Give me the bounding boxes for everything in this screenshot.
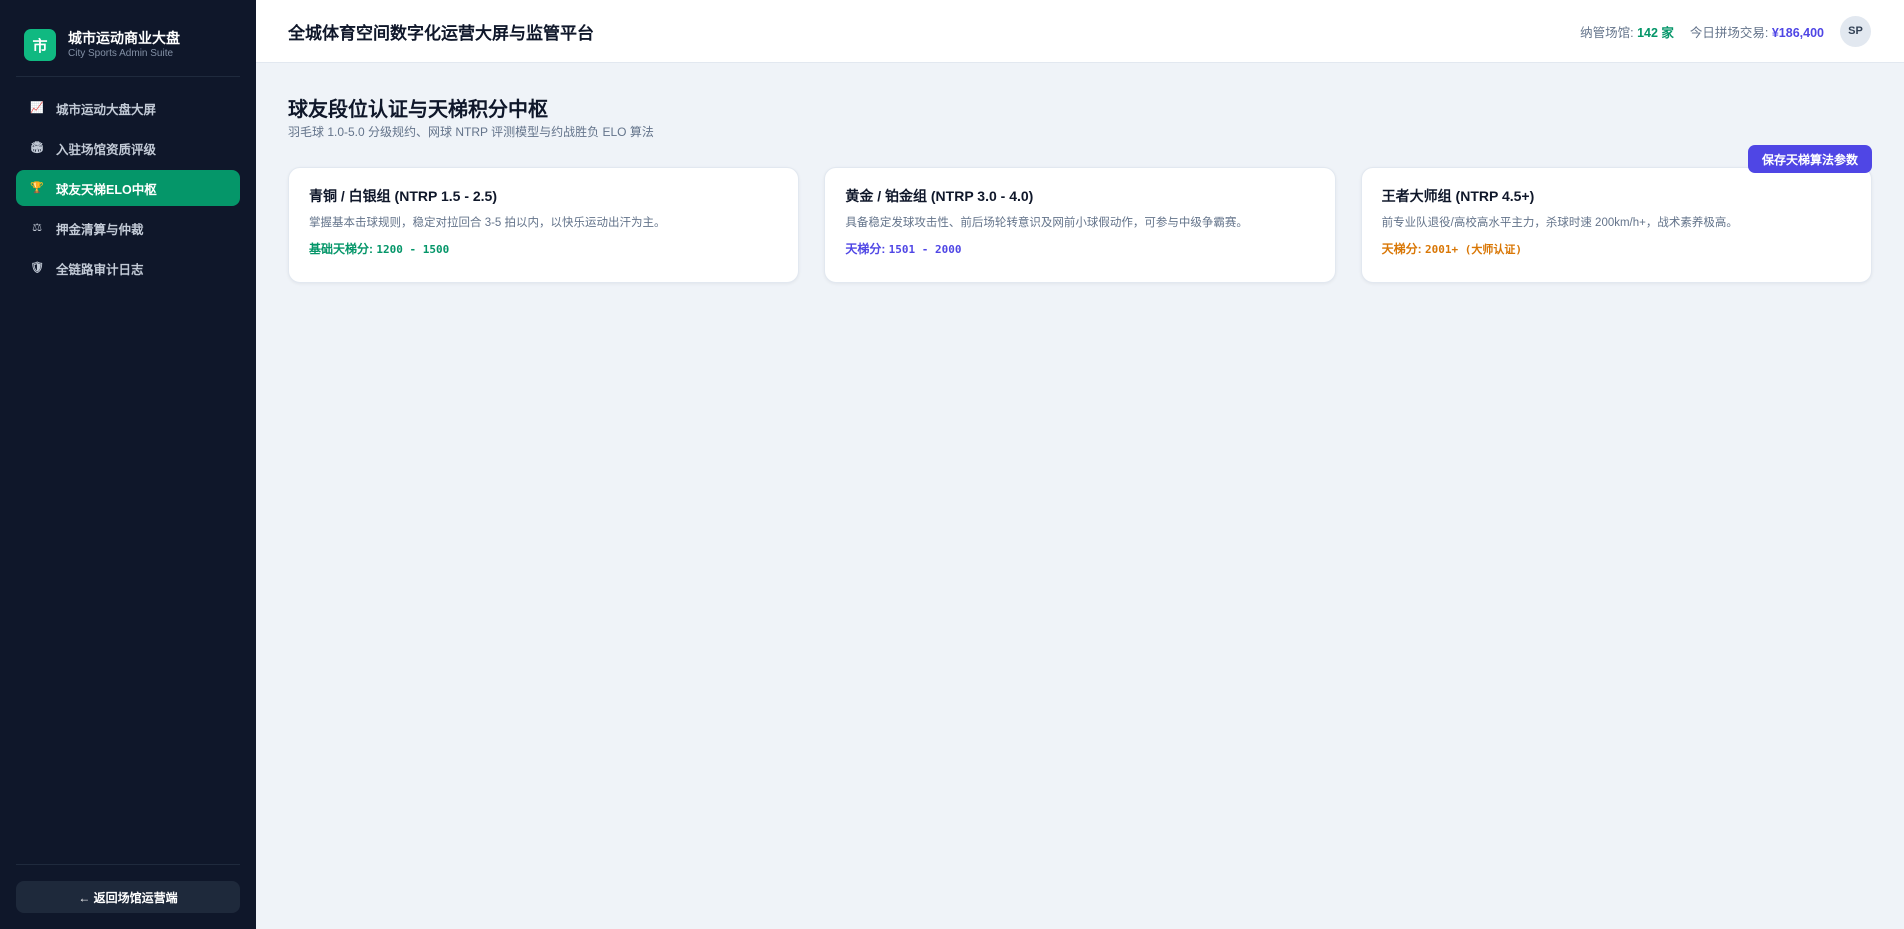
sidebar-item-venue-rating[interactable]: 🏟 入驻场馆资质评级 <box>16 130 240 166</box>
brand: 市 城市运动商业大盘 City Sports Admin Suite <box>16 0 240 77</box>
sidebar-item-label: 全链路审计日志 <box>56 262 144 277</box>
tier-score-value: 1501 - 2000 <box>888 243 962 256</box>
avatar[interactable]: SP <box>1840 15 1871 47</box>
sidebar-item-label: 球友天梯ELO中枢 <box>56 182 157 197</box>
tier-card-title: 王者大师组 (NTRP 4.5+) <box>1381 188 1535 204</box>
daily-trade-label: 今日拼场交易: <box>1689 25 1772 40</box>
sidebar-item-elo-ladder[interactable]: 🏆 球友天梯ELO中枢 <box>16 170 240 206</box>
tier-card-title: 青铜 / 白银组 (NTRP 1.5 - 2.5) <box>309 188 497 204</box>
managed-venues-value: 142 家 <box>1637 25 1674 40</box>
brand-text: 城市运动商业大盘 City Sports Admin Suite <box>68 30 180 61</box>
main-content: 球友段位认证与天梯积分中枢 羽毛球 1.0-5.0 分级规约、网球 NTRP 评… <box>288 63 1872 283</box>
sidebar-item-city-dashboard[interactable]: 📈 城市运动大盘大屏 <box>16 90 240 126</box>
tier-card-score: 基础天梯分: 1200 - 1500 <box>309 242 778 257</box>
tier-card-score: 天梯分: 1501 - 2000 <box>845 242 1314 257</box>
save-ladder-params-button[interactable]: 保存天梯算法参数 <box>1747 145 1872 173</box>
sidebar-item-label: 押金清算与仲裁 <box>56 222 144 237</box>
platform-title: 全城体育空间数字化运营大屏与监管平台 <box>288 23 594 43</box>
header-stats: 纳管场馆: 142 家 今日拼场交易: ¥186,400 SP <box>1580 15 1871 47</box>
sidebar-item-label: 入驻场馆资质评级 <box>56 142 157 157</box>
sidebar-footer: ← 返回场馆运营端 <box>16 864 240 929</box>
daily-trade-stat: 今日拼场交易: ¥186,400 <box>1690 22 1824 41</box>
sidebar-item-audit-log[interactable]: 🛡 全链路审计日志 <box>16 250 240 286</box>
tier-card-gold-platinum: 黄金 / 铂金组 (NTRP 3.0 - 4.0) 具备稳定发球攻击性、前后场轮… <box>824 167 1336 283</box>
tier-card-desc: 掌握基本击球规则，稳定对拉回合 3-5 拍以内，以快乐运动出汗为主。 <box>309 217 666 229</box>
sidebar-item-label: 城市运动大盘大屏 <box>56 102 157 117</box>
tier-card-desc: 前专业队退役/高校高水平主力，杀球时速 200km/h+，战术素养极高。 <box>1381 217 1738 229</box>
trophy-icon: 🏆 <box>30 182 44 194</box>
brand-title: 城市运动商业大盘 <box>68 29 180 46</box>
sidebar-nav: 📈 城市运动大盘大屏 🏟 入驻场馆资质评级 🏆 球友天梯ELO中枢 ⚖ 押金清算… <box>0 77 256 290</box>
tier-score-label: 基础天梯分: <box>309 242 377 256</box>
sidebar: 市 城市运动商业大盘 City Sports Admin Suite 📈 城市运… <box>0 0 256 929</box>
back-to-venue-button[interactable]: ← 返回场馆运营端 <box>16 881 240 913</box>
tier-score-label: 天梯分: <box>1381 242 1425 256</box>
page-heading: 球友段位认证与天梯积分中枢 羽毛球 1.0-5.0 分级规约、网球 NTRP 评… <box>288 99 654 139</box>
tier-card-title: 黄金 / 铂金组 (NTRP 3.0 - 4.0) <box>845 188 1034 204</box>
brand-logo-icon: 市 <box>24 29 56 61</box>
tier-score-label: 天梯分: <box>845 242 889 256</box>
managed-venues-stat: 纳管场馆: 142 家 <box>1580 22 1674 41</box>
chart-icon: 📈 <box>30 102 44 114</box>
brand-subtitle: City Sports Admin Suite <box>68 47 174 59</box>
page-title: 球友段位认证与天梯积分中枢 <box>288 99 548 121</box>
stadium-icon: 🏟 <box>30 142 44 154</box>
managed-venues-label: 纳管场馆: <box>1580 25 1638 40</box>
tier-card-master: 王者大师组 (NTRP 4.5+) 前专业队退役/高校高水平主力，杀球时速 20… <box>1360 167 1872 283</box>
tier-cards: 青铜 / 白银组 (NTRP 1.5 - 2.5) 掌握基本击球规则，稳定对拉回… <box>288 167 1872 283</box>
tier-score-value: 2001+ (大师认证) <box>1425 243 1522 256</box>
tier-card-bronze-silver: 青铜 / 白银组 (NTRP 1.5 - 2.5) 掌握基本击球规则，稳定对拉回… <box>288 167 800 283</box>
top-header: 全城体育空间数字化运营大屏与监管平台 纳管场馆: 142 家 今日拼场交易: ¥… <box>256 0 1904 63</box>
page-head: 球友段位认证与天梯积分中枢 羽毛球 1.0-5.0 分级规约、网球 NTRP 评… <box>288 63 1872 173</box>
tier-card-score: 天梯分: 2001+ (大师认证) <box>1382 242 1851 257</box>
scales-icon: ⚖ <box>32 222 42 234</box>
daily-trade-value: ¥186,400 <box>1771 25 1824 40</box>
sidebar-item-deposit-arbitration[interactable]: ⚖ 押金清算与仲裁 <box>16 210 240 246</box>
shield-icon: 🛡 <box>30 262 44 274</box>
tier-score-value: 1200 - 1500 <box>376 243 450 256</box>
page-subtitle: 羽毛球 1.0-5.0 分级规约、网球 NTRP 评测模型与约战胜负 ELO 算… <box>288 125 654 139</box>
tier-card-desc: 具备稳定发球攻击性、前后场轮转意识及网前小球假动作，可参与中级争霸赛。 <box>845 217 1248 229</box>
